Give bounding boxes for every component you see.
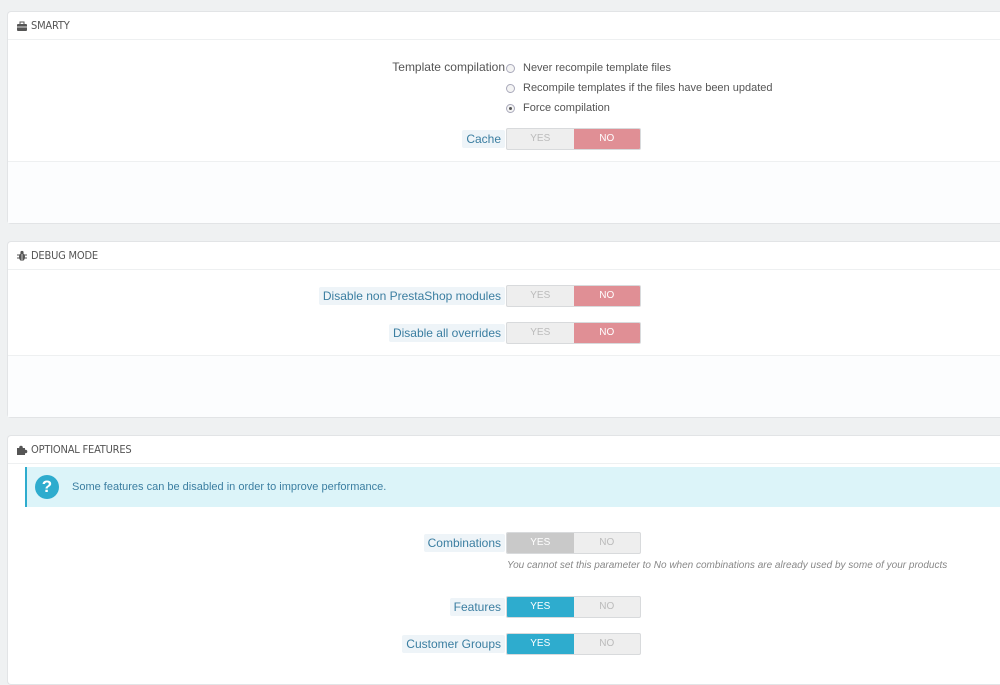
debug-panel-heading: DEBUG MODE	[8, 242, 1000, 270]
radio-button[interactable]	[506, 63, 515, 73]
debug-title: DEBUG MODE	[31, 248, 98, 262]
template-compilation-label: Template compilation	[392, 60, 505, 74]
puzzle-icon	[17, 445, 28, 455]
radio-never-recompile[interactable]: Never recompile template files	[506, 58, 773, 78]
disable-modules-label: Disable non PrestaShop modules	[318, 287, 505, 305]
disable-overrides-label: Disable all overrides	[388, 324, 505, 342]
radio-recompile-updated[interactable]: Recompile templates if the files have be…	[506, 78, 773, 98]
customer-groups-label: Customer Groups	[402, 635, 505, 653]
disable-modules-yes-option[interactable]: YES	[507, 286, 574, 306]
disable-modules-no-option[interactable]: NO	[573, 286, 640, 306]
combinations-yes-option[interactable]: YES	[507, 533, 574, 553]
disable-modules-switch[interactable]: YES NO	[506, 285, 641, 307]
radio-button[interactable]	[506, 83, 515, 93]
cache-label: Cache	[462, 130, 505, 148]
combinations-label: Combinations	[423, 534, 505, 552]
debug-panel: DEBUG MODE Disable non PrestaShop module…	[7, 241, 1000, 418]
smarty-panel-footer	[8, 161, 1000, 223]
disable-overrides-switch[interactable]: YES NO	[506, 322, 641, 344]
radio-label: Never recompile template files	[523, 62, 671, 74]
optional-features-title: OPTIONAL FEATURES	[31, 442, 132, 456]
briefcase-icon	[17, 21, 27, 31]
combinations-no-option[interactable]: NO	[574, 533, 641, 553]
bug-icon	[17, 250, 27, 261]
question-icon: ?	[35, 475, 59, 499]
smarty-panel-heading: SMARTY	[8, 12, 1000, 40]
disable-overrides-no-option[interactable]: NO	[573, 323, 640, 343]
smarty-panel: SMARTY Template compilation Never recomp…	[7, 11, 1000, 224]
info-alert: ? Some features can be disabled in order…	[25, 467, 1000, 507]
combinations-switch[interactable]: YES NO	[506, 532, 641, 554]
radio-label: Recompile templates if the files have be…	[523, 82, 773, 94]
features-yes-option[interactable]: YES	[507, 597, 574, 617]
cache-switch[interactable]: YES NO	[506, 128, 641, 150]
optional-features-panel-heading: OPTIONAL FEATURES	[8, 436, 1000, 464]
customer-groups-yes-option[interactable]: YES	[507, 634, 574, 654]
cache-no-option[interactable]: NO	[573, 129, 640, 149]
radio-label: Force compilation	[523, 102, 610, 114]
smarty-title: SMARTY	[31, 18, 70, 32]
optional-features-panel: OPTIONAL FEATURES ? Some features can be…	[7, 435, 1000, 685]
info-alert-text: Some features can be disabled in order t…	[72, 481, 387, 493]
cache-yes-option[interactable]: YES	[507, 129, 574, 149]
customer-groups-switch[interactable]: YES NO	[506, 633, 641, 655]
features-switch[interactable]: YES NO	[506, 596, 641, 618]
combinations-help-text: You cannot set this parameter to No when…	[507, 560, 948, 571]
features-label: Features	[449, 598, 505, 616]
disable-overrides-yes-option[interactable]: YES	[507, 323, 574, 343]
template-compilation-options: Never recompile template files Recompile…	[506, 58, 773, 118]
features-no-option[interactable]: NO	[574, 597, 641, 617]
radio-force-compilation[interactable]: Force compilation	[506, 98, 773, 118]
debug-panel-footer	[8, 355, 1000, 417]
customer-groups-no-option[interactable]: NO	[574, 634, 641, 654]
radio-button-checked[interactable]	[506, 103, 515, 113]
